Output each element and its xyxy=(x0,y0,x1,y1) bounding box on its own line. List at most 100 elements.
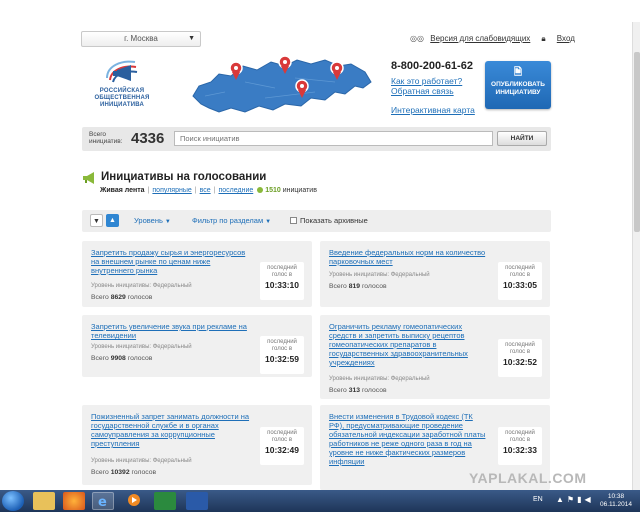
initiative-card: Запретить увеличение звука при рекламе н… xyxy=(82,315,312,377)
initiative-title[interactable]: Пожизненный запрет занимать должности на… xyxy=(91,412,251,448)
initiative-votes-total: Всего 313 голосов xyxy=(329,387,387,394)
sort-asc-button[interactable]: ▲ xyxy=(106,214,119,227)
last-vote-time: 10:33:05 xyxy=(502,280,538,290)
last-vote-time: 10:33:10 xyxy=(264,280,300,290)
site-logo[interactable]: РОССИЙСКАЯ ОБЩЕСТВЕННАЯ ИНИЦИАТИВА xyxy=(82,56,162,120)
megaphone-icon xyxy=(83,172,94,184)
windows-taskbar: e EN ▲⚑▮◀ 10:38 06.11.2014 xyxy=(0,490,640,512)
firefox-app-icon[interactable] xyxy=(63,492,85,510)
initiative-card: Пожизненный запрет занимать должности на… xyxy=(82,405,312,485)
section-filter-label: Фильтр по разделам xyxy=(192,216,264,225)
initiative-card: Введение федеральных норм на количество … xyxy=(320,241,550,307)
votes-count: 8629 xyxy=(110,294,126,301)
filter-all[interactable]: все xyxy=(200,187,211,194)
last-vote-label: последний голос в xyxy=(505,342,535,355)
show-archived-toggle[interactable]: Показать архивные xyxy=(290,216,368,225)
count-label-line2: инициатив: xyxy=(89,138,123,145)
last-vote-label: последний голос в xyxy=(267,430,297,443)
initiative-level: Уровень инициативы: Федеральный xyxy=(91,458,192,464)
initiative-title[interactable]: Введение федеральных норм на количество … xyxy=(329,248,489,266)
last-vote-box: последний голос в 10:32:33 xyxy=(498,427,542,465)
initiative-level: Уровень инициативы: Федеральный xyxy=(91,344,192,350)
initiative-level: Уровень инициативы: Федеральный xyxy=(91,283,192,289)
initiative-title[interactable]: Внести изменения в Трудовой кодекс (ТК Р… xyxy=(329,412,489,466)
votes-count: 819 xyxy=(348,283,361,290)
initiative-card: Запретить продажу сырья и энергоресурсов… xyxy=(82,241,312,307)
start-button[interactable] xyxy=(2,491,24,511)
document-icon: 🗎 xyxy=(513,67,523,78)
last-vote-time: 10:32:33 xyxy=(502,445,538,455)
watermark: YAPLAKAL.COM xyxy=(469,470,587,486)
logo-text-2: ОБЩЕСТВЕННАЯ xyxy=(94,95,150,101)
initiatives-count-label: Всего инициатив: xyxy=(89,131,123,145)
last-vote-label: последний голос в xyxy=(267,339,297,352)
interactive-map-link[interactable]: Интерактивная карта xyxy=(391,105,475,115)
publish-initiative-button[interactable]: 🗎 ОПУБЛИКОВАТЬ ИНИЦИАТИВУ xyxy=(485,61,551,109)
initiative-votes-total: Всего 10392 голосов xyxy=(91,469,157,476)
scrollbar-thumb[interactable] xyxy=(634,52,640,232)
media-app-icon[interactable] xyxy=(124,492,146,510)
filter-latest[interactable]: последние xyxy=(218,187,253,194)
page-scrollbar[interactable] xyxy=(632,22,640,490)
search-input[interactable] xyxy=(174,131,493,146)
initiative-card: Ограничить рекламу гомеопатических средс… xyxy=(320,315,550,399)
glasses-icon: ◎◎ xyxy=(410,34,424,43)
initiative-votes-total: Всего 9908 голосов xyxy=(91,355,153,362)
initiative-votes-total: Всего 819 голосов xyxy=(329,283,387,290)
votes-count: 10392 xyxy=(110,469,130,476)
login-link[interactable]: Вход xyxy=(557,34,575,43)
initiatives-suffix: инициатив xyxy=(282,187,317,194)
last-vote-box: последний голос в 10:33:10 xyxy=(260,262,304,300)
word-app-icon[interactable] xyxy=(186,492,208,510)
svg-text:e: e xyxy=(98,495,107,509)
initiative-title[interactable]: Запретить увеличение звука при рекламе н… xyxy=(91,322,251,340)
filter-live[interactable]: Живая лента xyxy=(100,187,145,194)
votes-count: 313 xyxy=(348,387,361,394)
logo-text-1: РОССИЙСКАЯ xyxy=(99,88,145,94)
last-vote-label: последний голос в xyxy=(505,430,535,443)
top-bar: г. Москва ▼ ◎◎ Версия для слабовидящих 🔒… xyxy=(0,22,632,52)
publish-initiative-label: ОПУБЛИКОВАТЬ ИНИЦИАТИВУ xyxy=(491,81,545,96)
search-bar: Всего инициатив: 4336 НАЙТИ xyxy=(82,127,551,151)
sort-desc-button[interactable]: ▼ xyxy=(90,214,103,227)
feedback-link[interactable]: Обратная связь xyxy=(391,86,454,96)
russia-map[interactable] xyxy=(185,52,375,120)
show-archived-checkbox[interactable] xyxy=(290,217,297,224)
last-vote-box: последний голос в 10:32:49 xyxy=(260,427,304,465)
initiative-title[interactable]: Запретить продажу сырья и энергоресурсов… xyxy=(91,248,251,275)
keyboard-language[interactable]: EN xyxy=(533,496,543,503)
list-toolbar: ▼ ▲ Уровень ▼ Фильтр по разделам ▼ Показат… xyxy=(82,210,551,232)
accessible-version-link[interactable]: Версия для слабовидящих xyxy=(430,34,530,43)
count-label-line1: Всего xyxy=(89,131,107,138)
hotline-phone: 8-800-200-61-62 xyxy=(391,60,473,72)
filter-popular[interactable]: популярные xyxy=(152,187,191,194)
last-vote-time: 10:32:59 xyxy=(264,354,300,364)
city-select[interactable]: г. Москва ▼ xyxy=(81,31,201,47)
top-links: ◎◎ Версия для слабовидящих 🔒︎ Вход xyxy=(410,34,581,44)
last-vote-time: 10:32:49 xyxy=(264,445,300,455)
find-button[interactable]: НАЙТИ xyxy=(497,131,547,146)
last-vote-time: 10:32:52 xyxy=(502,357,538,367)
chevron-down-icon: ▼ xyxy=(265,219,272,225)
megaphone-logo-icon xyxy=(101,56,143,88)
clock-date: 06.11.2014 xyxy=(599,501,633,508)
excel-app-icon[interactable] xyxy=(154,492,176,510)
tray-icons[interactable]: ▲⚑▮◀ xyxy=(556,495,594,504)
last-vote-box: последний голос в 10:32:59 xyxy=(260,336,304,374)
last-vote-label: последний голос в xyxy=(505,265,535,278)
initiative-title[interactable]: Ограничить рекламу гомеопатических средс… xyxy=(329,322,489,367)
explorer-app-icon[interactable] xyxy=(33,492,55,510)
initiative-votes-total: Всего 8629 голосов xyxy=(91,294,153,301)
votes-count: 9908 xyxy=(110,355,126,362)
city-select-value: г. Москва xyxy=(124,34,158,43)
chevron-down-icon: ▼ xyxy=(164,219,171,225)
level-dropdown[interactable]: Уровень ▼ xyxy=(134,216,171,225)
how-it-works-link[interactable]: Как это работает? xyxy=(391,76,462,86)
ie-app-icon[interactable]: e xyxy=(92,492,114,510)
show-archived-label: Показать архивные xyxy=(300,216,368,225)
last-vote-label: последний голос в xyxy=(267,265,297,278)
initiatives-count: 4336 xyxy=(131,130,165,147)
section-filter-dropdown[interactable]: Фильтр по разделам ▼ xyxy=(192,216,271,225)
system-clock[interactable]: 10:38 06.11.2014 xyxy=(596,493,636,509)
initiatives-on-vote-count: 1510 xyxy=(265,187,281,194)
